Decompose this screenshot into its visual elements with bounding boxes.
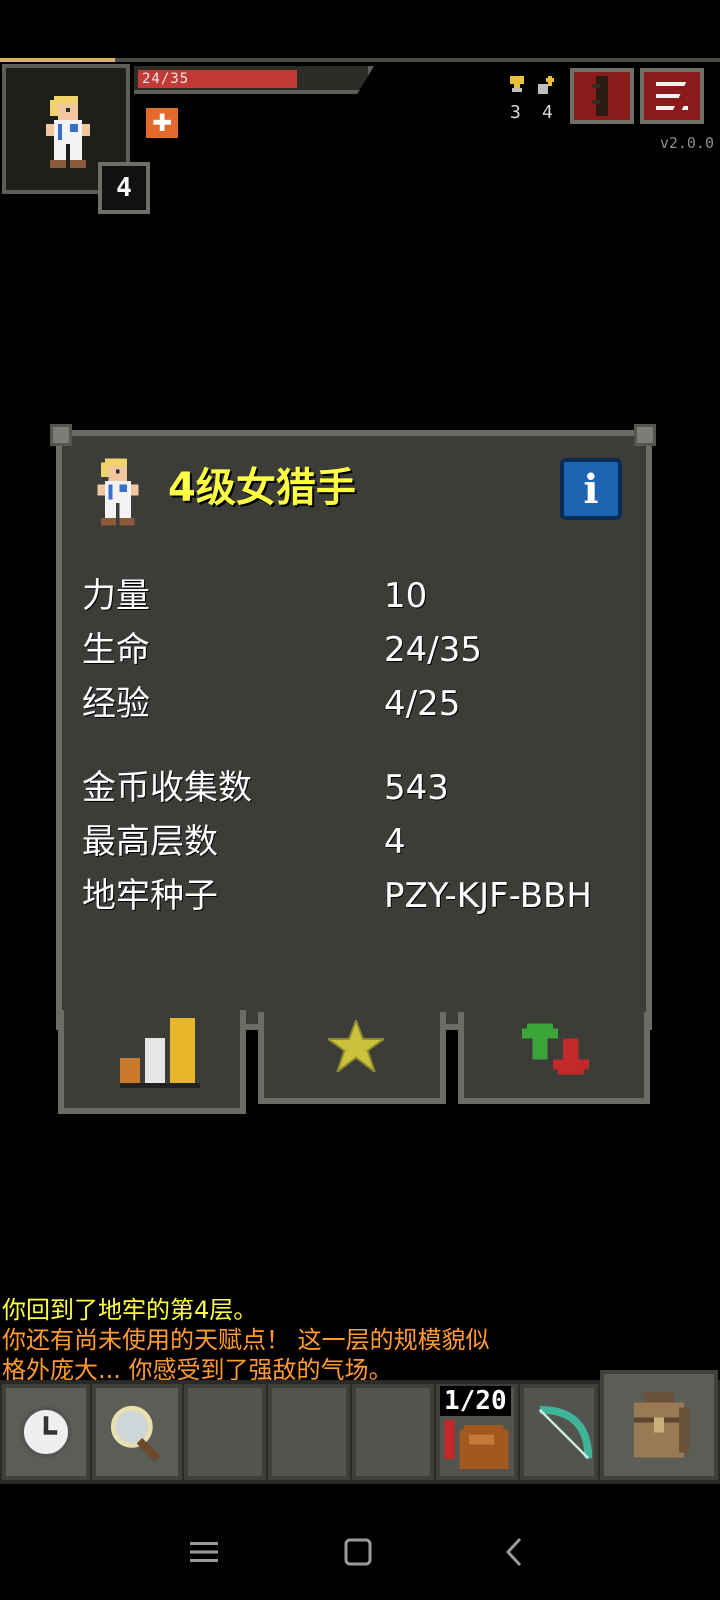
home-icon xyxy=(344,1538,372,1566)
bow-icon xyxy=(538,1405,593,1460)
clock-icon xyxy=(20,1406,72,1458)
tab-buffs[interactable] xyxy=(458,1012,650,1104)
stat-label-exp: 经验 xyxy=(82,684,150,724)
star-icon xyxy=(328,1020,384,1072)
record-value-depth: 4 xyxy=(384,822,406,862)
magnifier-icon xyxy=(110,1405,161,1462)
hero-title: 4级女猎手 xyxy=(168,465,356,511)
hero-info-window xyxy=(56,430,652,1030)
recents-icon xyxy=(190,1542,218,1562)
hero-portrait-sprite xyxy=(46,96,90,168)
tab-stats[interactable] xyxy=(58,1010,246,1114)
backpack-button[interactable] xyxy=(600,1370,718,1480)
stats-bars-icon xyxy=(120,1018,200,1088)
stat-value-health: 24/35 xyxy=(384,630,482,670)
menu-button[interactable] xyxy=(640,68,704,124)
quickslot-4-quantity: 1/20 xyxy=(440,1386,511,1416)
record-label-gold: 金币收集数 xyxy=(82,768,252,808)
window-corner-tl xyxy=(50,424,72,446)
record-label-seed: 地牢种子 xyxy=(82,876,218,916)
hud-top-accent xyxy=(0,58,115,62)
info-button[interactable]: i xyxy=(560,458,622,520)
talent-points-count: 4 xyxy=(542,102,553,123)
record-label-depth: 最高层数 xyxy=(82,822,218,862)
stat-label-strength: 力量 xyxy=(82,576,150,616)
tab-talents[interactable] xyxy=(258,1012,446,1104)
nav-recents-button[interactable] xyxy=(182,1530,226,1574)
quickslot-2[interactable] xyxy=(268,1384,350,1480)
menu-icon xyxy=(656,78,692,114)
waterskin-icon xyxy=(444,1419,509,1470)
plus-buff-icon[interactable]: ✚ xyxy=(146,108,178,138)
info-icon: i xyxy=(583,465,599,513)
quickslot-1[interactable] xyxy=(184,1384,266,1480)
record-value-gold: 543 xyxy=(384,768,449,808)
log-line-2: 你还有尚未使用的天赋点！ 这一层的规模貌似 xyxy=(2,1326,490,1354)
journal-icon xyxy=(592,76,608,116)
back-icon xyxy=(505,1537,522,1567)
buffs-arrows-icon xyxy=(522,1023,589,1075)
version-label: v2.0.0 xyxy=(659,134,714,152)
talent-up-icon xyxy=(538,76,554,94)
stat-label-health: 生命 xyxy=(82,630,150,670)
hp-text: 24/35 xyxy=(142,71,190,87)
stat-value-exp: 4/25 xyxy=(384,684,461,724)
nav-home-button[interactable] xyxy=(336,1530,380,1574)
backpack-icon xyxy=(634,1392,689,1458)
window-corner-tr xyxy=(634,424,656,446)
journal-button[interactable] xyxy=(570,68,634,124)
wait-button[interactable] xyxy=(2,1384,90,1480)
record-value-seed: PZY-KJF-BBH xyxy=(384,876,592,916)
quickslot-3[interactable] xyxy=(352,1384,434,1480)
hero-level-badge: 4 xyxy=(98,162,150,214)
challenge-trophy-icon xyxy=(510,76,524,92)
log-line-1: 你回到了地牢的第4层。 xyxy=(2,1296,258,1324)
stat-value-strength: 10 xyxy=(384,576,428,616)
window-hero-sprite xyxy=(97,458,139,526)
nav-back-button[interactable] xyxy=(492,1530,536,1574)
challenge-count: 3 xyxy=(510,102,521,123)
search-button[interactable] xyxy=(92,1384,182,1480)
quickslot-5[interactable] xyxy=(520,1384,598,1480)
